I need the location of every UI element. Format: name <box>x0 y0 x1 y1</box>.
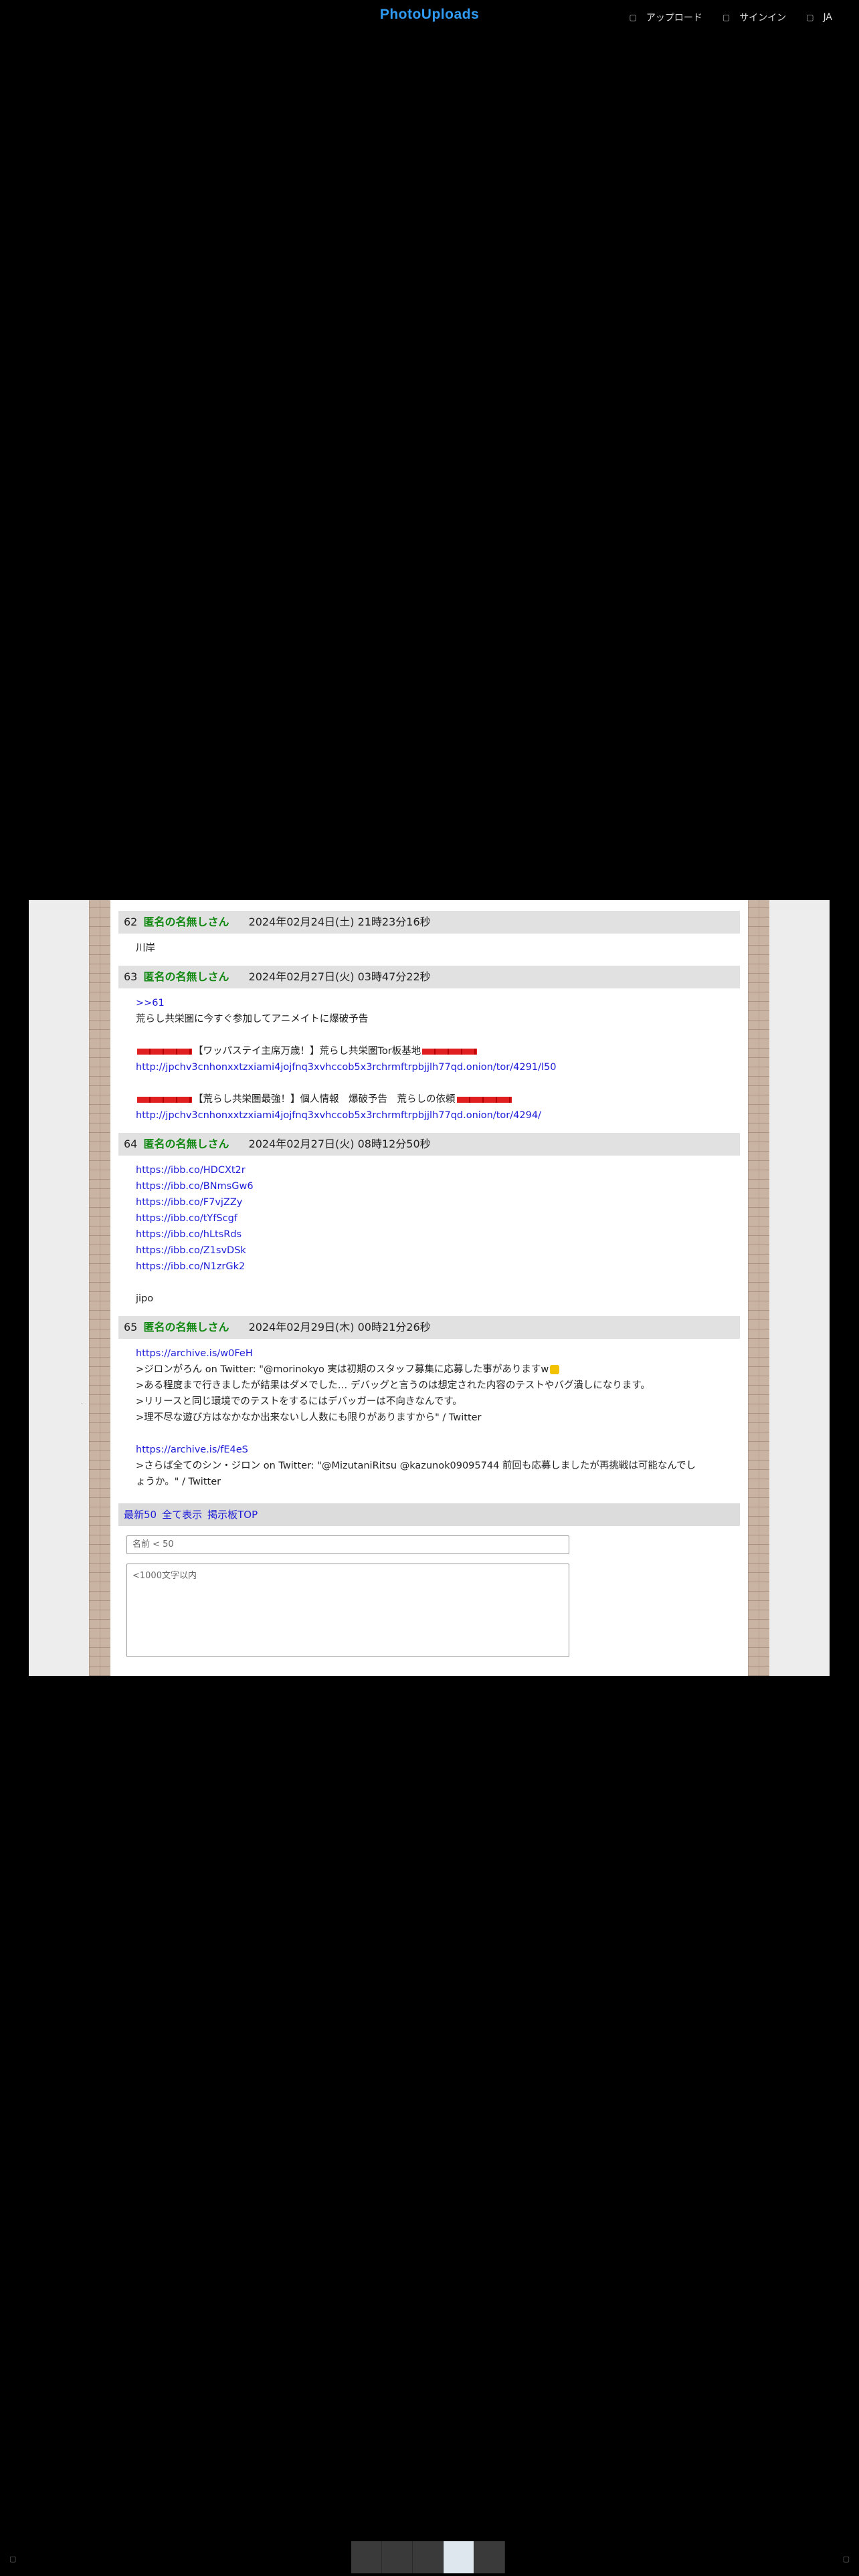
photo-viewer: · 62 匿名の名無しさん 2024年02月24日(土) 21時23分16秒 川… <box>29 900 830 1676</box>
quoted-text: >ある程度まで行きましたが結果はダメでした… デバッグと言うのは想定された内容の… <box>136 1380 650 1391</box>
poster-name: 匿名の名無しさん <box>143 1321 229 1333</box>
board-content: 62 匿名の名無しさん 2024年02月24日(土) 21時23分16秒 川岸 … <box>110 900 748 1676</box>
redacted-bar <box>422 1048 478 1055</box>
thumbnail[interactable] <box>413 2541 444 2573</box>
post-date: 2024年02月27日(火) 08時12分50秒 <box>248 1138 431 1150</box>
post-number: 62 <box>124 916 138 928</box>
post-62: 62 匿名の名無しさん 2024年02月24日(土) 21時23分16秒 川岸 <box>118 911 740 966</box>
quoted-text: >ジロンがろん on Twitter: "@morinokyo 実は初期のスタッ… <box>136 1362 723 1378</box>
quoted-text: ょうか。" / Twitter <box>136 1477 221 1487</box>
post-header: 62 匿名の名無しさん 2024年02月24日(土) 21時23分16秒 <box>118 911 740 934</box>
reply-link[interactable]: >>61 <box>136 995 723 1011</box>
post-text: 川岸 <box>136 943 155 954</box>
top-bar: PhotoUploads ▢ アップロード ▢ サインイン ▢ JA <box>0 0 859 35</box>
post-64: 64 匿名の名無しさん 2024年02月27日(火) 08時12分50秒 htt… <box>118 1133 740 1316</box>
post-header: 64 匿名の名無しさん 2024年02月27日(火) 08時12分50秒 <box>118 1133 740 1156</box>
thumbnail-active[interactable] <box>444 2541 474 2573</box>
onion-link[interactable]: http://jpchv3cnhonxxtzxiami4jojfnq3xvhcc… <box>136 1059 723 1075</box>
emoji-icon <box>550 1365 560 1374</box>
language-button[interactable]: ▢ JA <box>806 11 832 24</box>
image-link[interactable]: https://ibb.co/N1zrGk2 <box>136 1259 723 1275</box>
archive-link[interactable]: https://archive.is/fE4eS <box>136 1442 723 1458</box>
post-text: 【ワッパステイ主席万歳！】荒らし共栄圏Tor板基地 <box>136 1043 723 1059</box>
message-input[interactable]: <1000文字以内 <box>126 1564 569 1657</box>
post-text-span: 【荒らし共栄圏最強！】個人情報 爆破予告 荒らしの依頼 <box>193 1094 456 1105</box>
brick-border-left <box>89 900 110 1676</box>
redacted-bar <box>137 1096 192 1103</box>
post-date: 2024年02月24日(土) 21時23分16秒 <box>248 916 431 928</box>
image-link[interactable]: https://ibb.co/F7vjZZy <box>136 1194 723 1210</box>
post-number: 63 <box>124 970 138 983</box>
upload-button[interactable]: ▢ アップロード <box>630 11 702 24</box>
quoted-text: >リリースと同じ環境でのテストをするにはデバッガーは不向きなんです。 <box>136 1396 462 1407</box>
page-margin-left <box>29 900 89 1676</box>
post-body: https://ibb.co/HDCXt2r https://ibb.co/BN… <box>118 1156 740 1316</box>
thumbnail-strip <box>351 2541 505 2573</box>
redacted-bar <box>137 1048 192 1055</box>
post-text: jipo <box>136 1293 154 1304</box>
board-top-link[interactable]: 掲示板TOP <box>207 1509 258 1521</box>
image-link[interactable]: https://ibb.co/tYfScgf <box>136 1210 723 1226</box>
post-body: 川岸 <box>118 934 740 966</box>
top-nav: ▢ アップロード ▢ サインイン ▢ JA <box>630 11 833 24</box>
poster-name: 匿名の名無しさん <box>143 916 229 928</box>
quoted-text: >さらば全てのシン・ジロン on Twitter: "@MizutaniRits… <box>136 1461 696 1471</box>
page-margin-right <box>769 900 830 1676</box>
upload-icon: ▢ <box>629 13 637 22</box>
post-text-span: 【ワッパステイ主席万歳！】荒らし共栄圏Tor板基地 <box>193 1046 421 1057</box>
signin-label: サインイン <box>739 13 787 23</box>
signin-icon: ▢ <box>722 13 731 22</box>
post-header: 65 匿名の名無しさん 2024年02月29日(木) 00時21分26秒 <box>118 1316 740 1339</box>
post-text: 荒らし共栄圏に今すぐ参加してアニメイトに爆破予告 <box>136 1014 369 1025</box>
prev-arrow-icon[interactable]: ▢ <box>9 2555 16 2563</box>
post-number: 64 <box>124 1138 138 1150</box>
image-link[interactable]: https://ibb.co/hLtsRds <box>136 1226 723 1243</box>
next-arrow-icon[interactable]: ▢ <box>843 2555 850 2563</box>
globe-icon: ▢ <box>806 13 814 22</box>
quoted-text: >理不尽な遊び方はなかなか出来ないし人数にも限りがありますから" / Twitt… <box>136 1412 482 1423</box>
redacted-bar <box>456 1096 512 1103</box>
post-header: 63 匿名の名無しさん 2024年02月27日(火) 03時47分22秒 <box>118 966 740 988</box>
post-63: 63 匿名の名無しさん 2024年02月27日(火) 03時47分22秒 >>6… <box>118 966 740 1133</box>
thumbnail[interactable] <box>382 2541 413 2573</box>
language-label: JA <box>823 12 832 23</box>
latest-50-link[interactable]: 最新50 <box>124 1509 157 1521</box>
reply-form: 名前 < 50 <1000文字以内 <box>118 1526 740 1657</box>
post-date: 2024年02月29日(木) 00時21分26秒 <box>248 1321 431 1333</box>
side-dots: · <box>81 1400 84 1408</box>
signin-button[interactable]: ▢ サインイン <box>723 11 786 24</box>
thumbnail[interactable] <box>474 2541 505 2573</box>
image-link[interactable]: https://ibb.co/HDCXt2r <box>136 1162 723 1178</box>
show-all-link[interactable]: 全て表示 <box>162 1509 202 1521</box>
name-input[interactable]: 名前 < 50 <box>126 1535 569 1554</box>
brick-border-right <box>748 900 769 1676</box>
upload-label: アップロード <box>646 13 702 23</box>
post-text: 【荒らし共栄圏最強！】個人情報 爆破予告 荒らしの依頼 <box>136 1091 723 1107</box>
post-65: 65 匿名の名無しさん 2024年02月29日(木) 00時21分26秒 htt… <box>118 1316 740 1499</box>
poster-name: 匿名の名無しさん <box>143 1138 229 1150</box>
thumbnail[interactable] <box>351 2541 382 2573</box>
post-body: https://archive.is/w0FeH >ジロンがろん on Twit… <box>118 1339 740 1499</box>
image-link[interactable]: https://ibb.co/Z1svDSk <box>136 1243 723 1259</box>
post-date: 2024年02月27日(火) 03時47分22秒 <box>248 970 431 983</box>
post-number: 65 <box>124 1321 138 1333</box>
poster-name: 匿名の名無しさん <box>143 970 229 983</box>
onion-link[interactable]: http://jpchv3cnhonxxtzxiami4jojfnq3xvhcc… <box>136 1107 723 1123</box>
quoted-text-span: >ジロンがろん on Twitter: "@morinokyo 実は初期のスタッ… <box>136 1364 549 1375</box>
post-body: >>61 荒らし共栄圏に今すぐ参加してアニメイトに爆破予告 【ワッパステイ主席万… <box>118 988 740 1133</box>
archive-link[interactable]: https://archive.is/w0FeH <box>136 1346 723 1362</box>
image-link[interactable]: https://ibb.co/BNmsGw6 <box>136 1178 723 1194</box>
board-nav: 最新50 全て表示 掲示板TOP <box>118 1503 740 1526</box>
